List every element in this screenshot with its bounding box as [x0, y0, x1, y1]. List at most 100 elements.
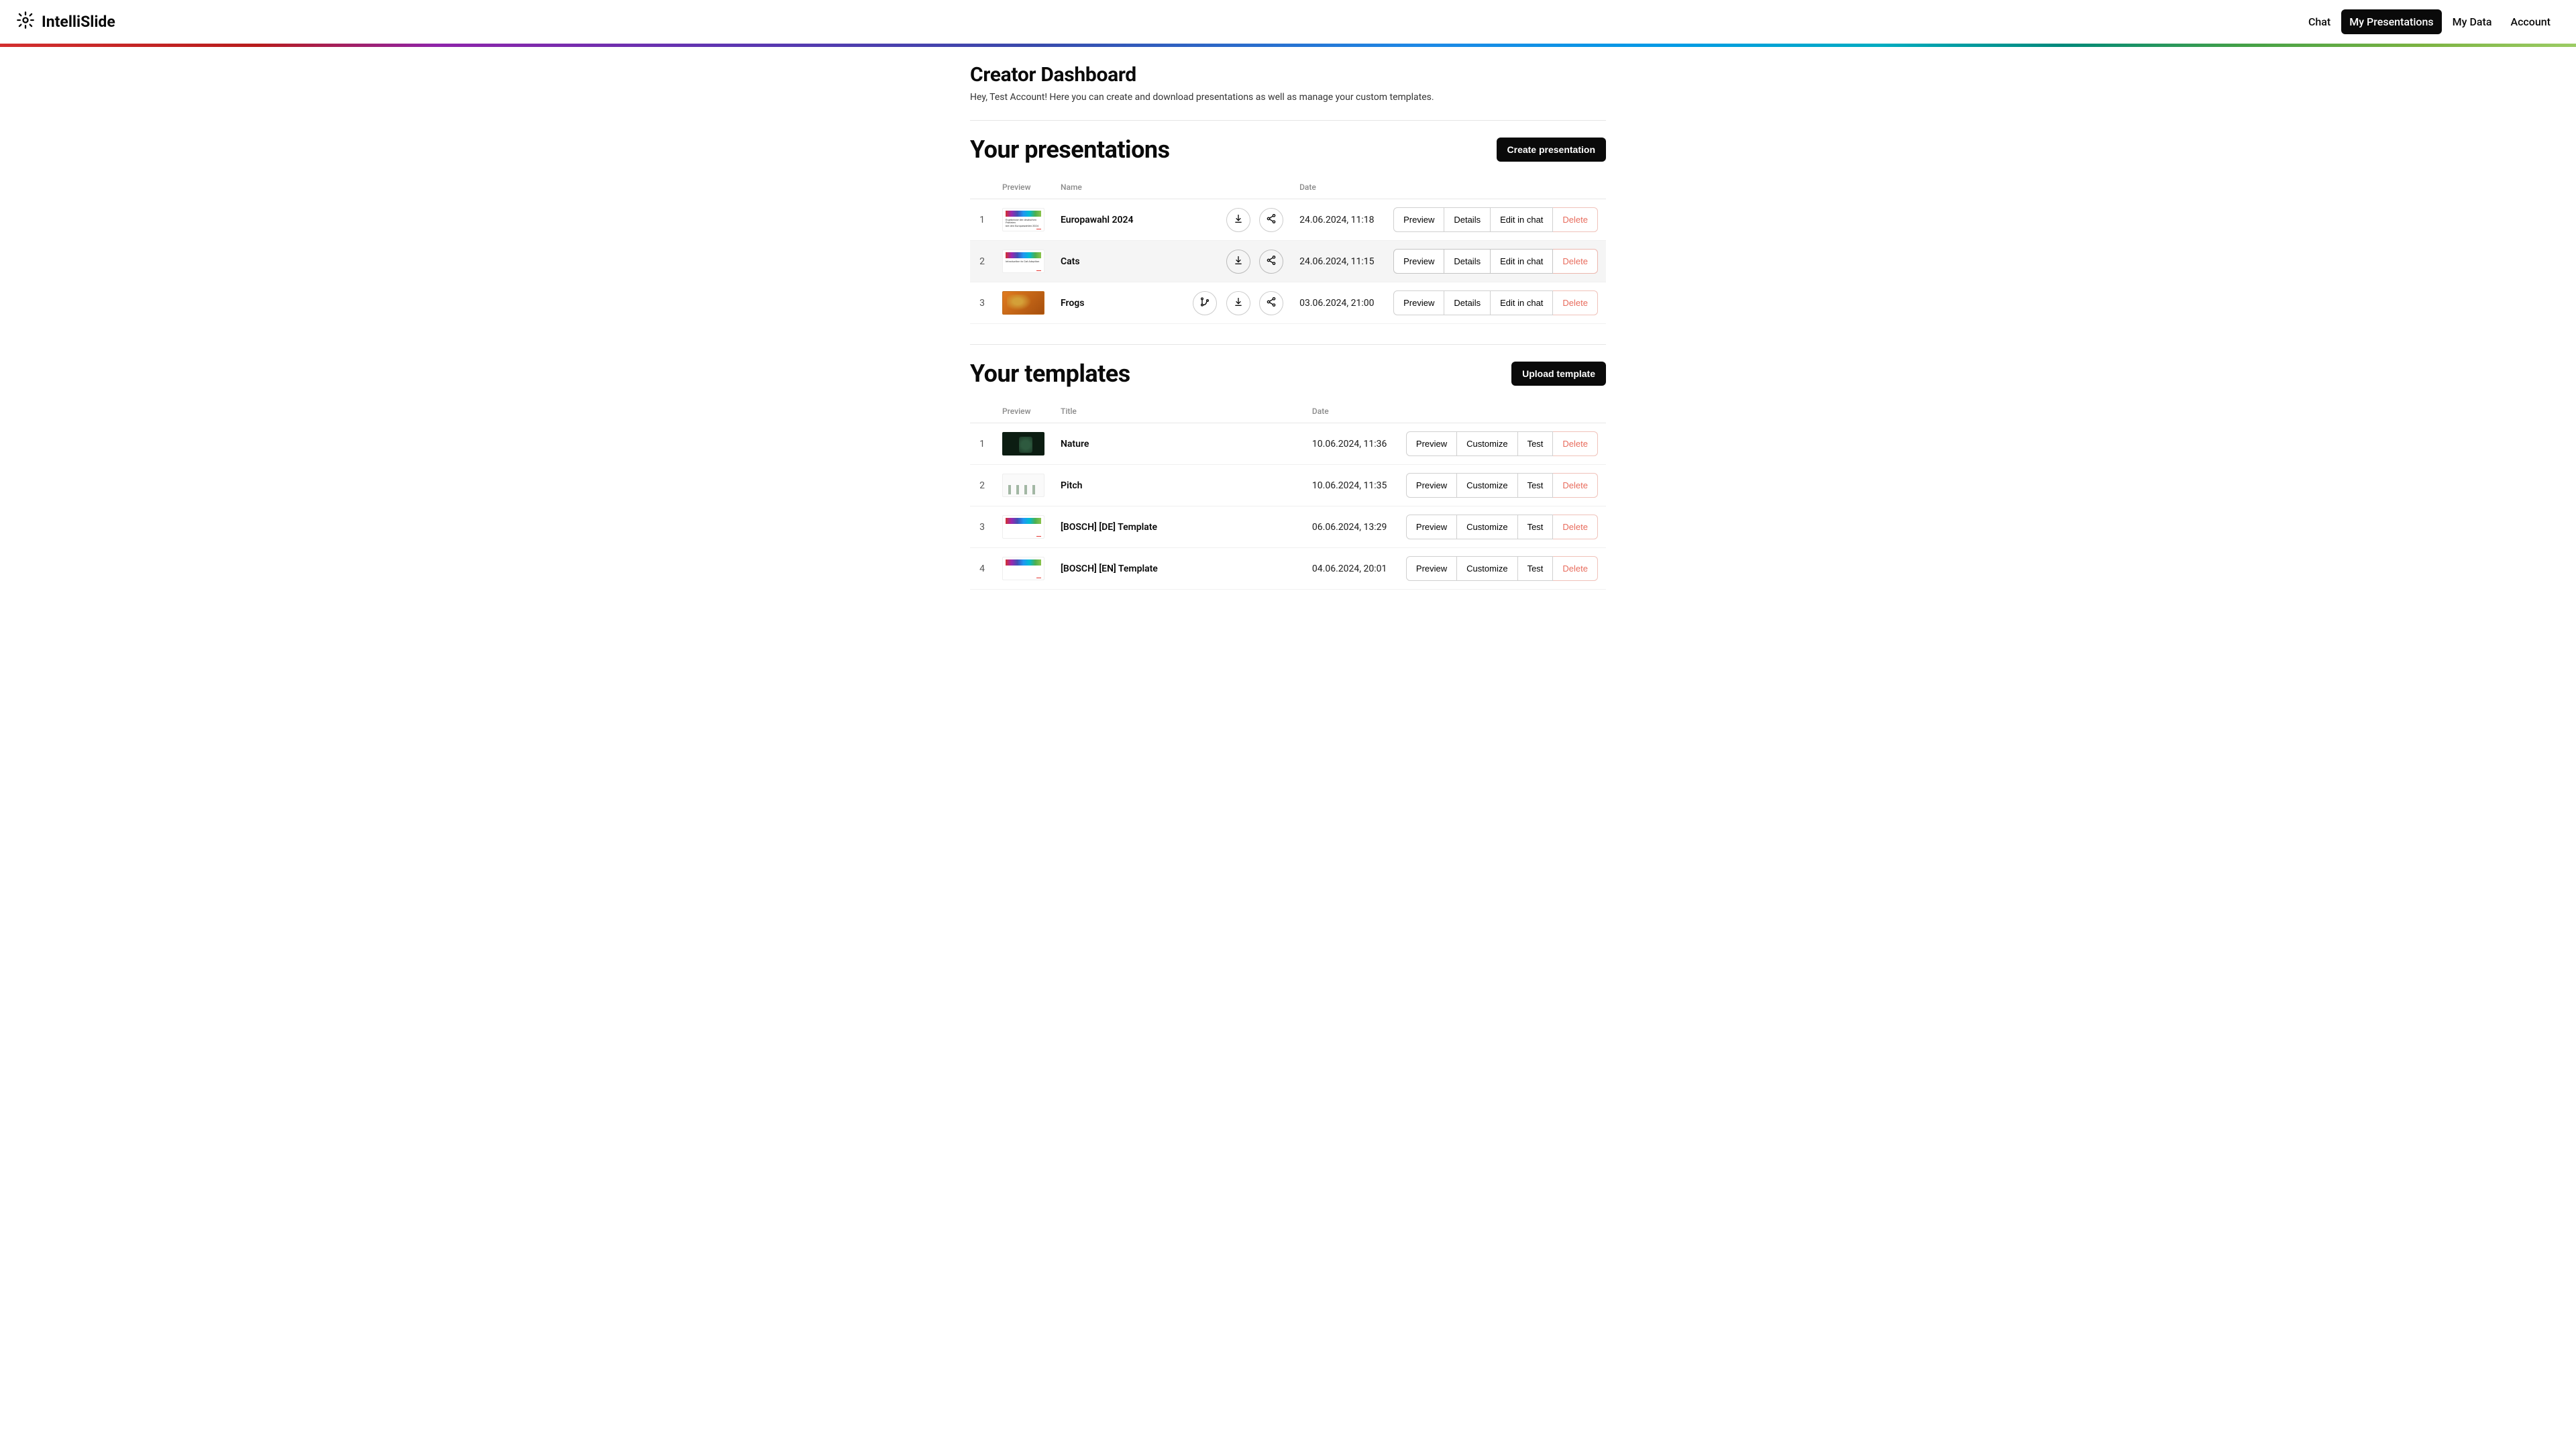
branch-icon [1199, 297, 1210, 309]
edit-in-chat-button[interactable]: Edit in chat [1491, 290, 1553, 315]
templates-title: Your templates [970, 360, 1130, 388]
template-date: 06.06.2024, 13:29 [1304, 506, 1398, 548]
gear-icon [16, 11, 35, 34]
delete-button[interactable]: Delete [1553, 249, 1598, 274]
branch-button[interactable] [1193, 291, 1217, 315]
template-date: 10.06.2024, 11:35 [1304, 465, 1398, 506]
details-button[interactable]: Details [1444, 290, 1491, 315]
presentation-name: Europawahl 2024 [1053, 199, 1158, 241]
template-title: Nature [1053, 423, 1304, 465]
action-group: Preview Details Edit in chat Delete [1393, 249, 1598, 274]
thumbnail [1002, 515, 1044, 539]
edit-in-chat-button[interactable]: Edit in chat [1491, 249, 1553, 274]
table-row[interactable]: 4 [BOSCH] [EN] Template 04.06.2024, 20:0… [970, 548, 1606, 590]
template-title: [BOSCH] [DE] Template [1053, 506, 1304, 548]
download-button[interactable] [1226, 208, 1250, 232]
preview-button[interactable]: Preview [1406, 515, 1457, 539]
preview-button[interactable]: Preview [1406, 556, 1457, 581]
preview-button[interactable]: Preview [1393, 249, 1444, 274]
thumbnail [1002, 474, 1044, 497]
row-number: 2 [970, 465, 994, 506]
thumbnail [1002, 432, 1044, 455]
preview-button[interactable]: Preview [1393, 290, 1444, 315]
upload-template-button[interactable]: Upload template [1511, 362, 1606, 386]
preview-button[interactable]: Preview [1393, 207, 1444, 232]
preview-button[interactable]: Preview [1406, 431, 1457, 456]
customize-button[interactable]: Customize [1457, 556, 1517, 581]
share-icon [1266, 255, 1277, 268]
nav-chat[interactable]: Chat [2300, 9, 2339, 34]
col-preview: Preview [994, 400, 1053, 423]
details-button[interactable]: Details [1444, 207, 1491, 232]
customize-button[interactable]: Customize [1457, 431, 1517, 456]
thumbnail [1002, 557, 1044, 580]
row-number: 3 [970, 282, 994, 324]
create-presentation-button[interactable]: Create presentation [1497, 138, 1606, 162]
action-group: Preview Details Edit in chat Delete [1393, 207, 1598, 232]
test-button[interactable]: Test [1518, 473, 1554, 498]
col-name: Name [1053, 176, 1158, 199]
table-row[interactable]: 2 Introduction to Cat Adoption Cats 24.0… [970, 241, 1606, 282]
presentation-date: 24.06.2024, 11:15 [1291, 241, 1385, 282]
share-button[interactable] [1259, 250, 1283, 274]
divider [970, 120, 1606, 121]
edit-in-chat-button[interactable]: Edit in chat [1491, 207, 1553, 232]
customize-button[interactable]: Customize [1457, 515, 1517, 539]
test-button[interactable]: Test [1518, 515, 1554, 539]
test-button[interactable]: Test [1518, 556, 1554, 581]
row-number: 1 [970, 199, 994, 241]
table-row[interactable]: 2 Pitch 10.06.2024, 11:35 Preview Custom… [970, 465, 1606, 506]
download-icon [1233, 213, 1244, 226]
test-button[interactable]: Test [1518, 431, 1554, 456]
table-row[interactable]: 3 [BOSCH] [DE] Template 06.06.2024, 13:2… [970, 506, 1606, 548]
delete-button[interactable]: Delete [1553, 515, 1598, 539]
share-button[interactable] [1259, 208, 1283, 232]
brand-logo[interactable]: IntelliSlide [16, 11, 115, 34]
top-nav: Chat My Presentations My Data Account [2299, 9, 2560, 34]
action-group: Preview Customize Test Delete [1406, 431, 1598, 456]
download-button[interactable] [1226, 250, 1250, 274]
preview-button[interactable]: Preview [1406, 473, 1457, 498]
details-button[interactable]: Details [1444, 249, 1491, 274]
template-title: [BOSCH] [EN] Template [1053, 548, 1304, 590]
thumbnail [1002, 291, 1044, 315]
col-title: Title [1053, 400, 1304, 423]
action-group: Preview Customize Test Delete [1406, 515, 1598, 539]
delete-button[interactable]: Delete [1553, 290, 1598, 315]
row-number: 1 [970, 423, 994, 465]
download-icon [1233, 255, 1244, 268]
col-date: Date [1304, 400, 1398, 423]
row-number: 3 [970, 506, 994, 548]
templates-table: Preview Title Date 1 Nature 10.06.2024, … [970, 400, 1606, 590]
presentations-table: Preview Name Date 1 Ergebnisse der deuts… [970, 176, 1606, 324]
share-button[interactable] [1259, 291, 1283, 315]
presentation-name: Cats [1053, 241, 1158, 282]
action-group: Preview Customize Test Delete [1406, 556, 1598, 581]
page-subtitle: Hey, Test Account! Here you can create a… [970, 92, 1606, 103]
download-button[interactable] [1226, 291, 1250, 315]
nav-my-presentations[interactable]: My Presentations [2341, 9, 2441, 34]
delete-button[interactable]: Delete [1553, 473, 1598, 498]
share-icon [1266, 297, 1277, 309]
page-title: Creator Dashboard [970, 63, 1606, 87]
template-date: 10.06.2024, 11:36 [1304, 423, 1398, 465]
thumbnail: Ergebnisse der deutschen Parteienbei den… [1002, 208, 1044, 231]
nav-account[interactable]: Account [2502, 9, 2559, 34]
template-date: 04.06.2024, 20:01 [1304, 548, 1398, 590]
delete-button[interactable]: Delete [1553, 556, 1598, 581]
delete-button[interactable]: Delete [1553, 207, 1598, 232]
table-row[interactable]: 1 Nature 10.06.2024, 11:36 Preview Custo… [970, 423, 1606, 465]
delete-button[interactable]: Delete [1553, 431, 1598, 456]
table-row[interactable]: 1 Ergebnisse der deutschen Parteienbei d… [970, 199, 1606, 241]
presentation-date: 24.06.2024, 11:18 [1291, 199, 1385, 241]
download-icon [1233, 297, 1244, 309]
divider [970, 344, 1606, 345]
row-number: 2 [970, 241, 994, 282]
col-date: Date [1291, 176, 1385, 199]
presentation-date: 03.06.2024, 21:00 [1291, 282, 1385, 324]
action-group: Preview Details Edit in chat Delete [1393, 290, 1598, 315]
table-row[interactable]: 3 Frogs 03.06.2024, 21:00 Preview Detail… [970, 282, 1606, 324]
nav-my-data[interactable]: My Data [2445, 9, 2500, 34]
action-group: Preview Customize Test Delete [1406, 473, 1598, 498]
customize-button[interactable]: Customize [1457, 473, 1517, 498]
